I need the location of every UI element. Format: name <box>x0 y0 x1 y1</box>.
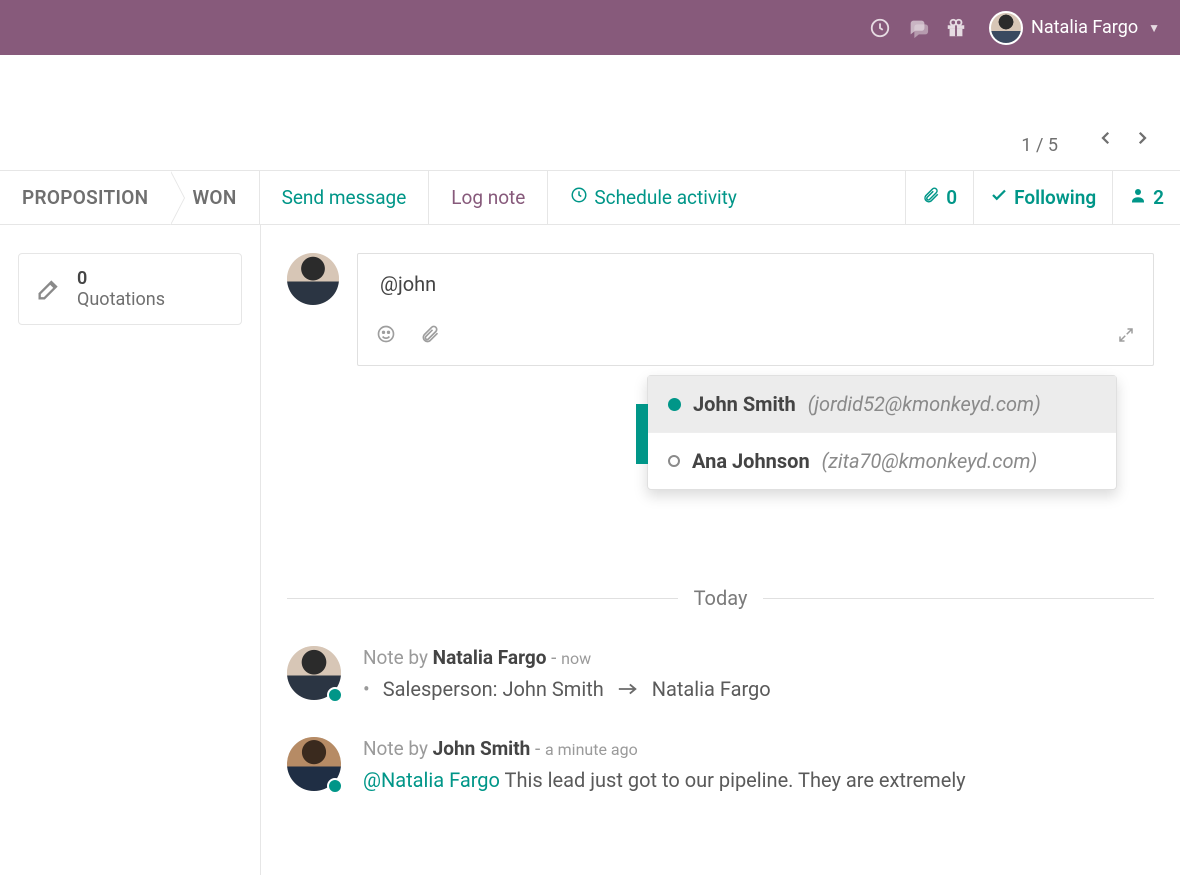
chevron-down-icon: ▼ <box>1148 21 1160 35</box>
log-body: Note by Natalia Fargo - now • Salesperso… <box>363 646 1154 701</box>
presence-dot-offline <box>668 455 680 467</box>
user-icon <box>1129 186 1147 209</box>
chatter: @john <box>260 225 1180 875</box>
pager-prev[interactable] <box>1088 120 1124 156</box>
divider-label: Today <box>694 586 748 610</box>
quotations-text: 0 Quotations <box>77 268 165 310</box>
followers-button[interactable]: 2 <box>1112 171 1180 224</box>
log-body: Note by John Smith - a minute ago @Natal… <box>363 737 1154 792</box>
day-divider: Today <box>287 586 1154 610</box>
tab-label: Log note <box>451 186 525 209</box>
presence-dot-icon <box>327 778 343 794</box>
mention-option[interactable]: John Smith (jordid52@kmonkeyd.com) <box>648 376 1116 433</box>
quotations-label: Quotations <box>77 289 165 310</box>
attach-icon[interactable] <box>420 324 440 349</box>
content: 0 Quotations @john <box>0 225 1180 875</box>
log-time: now <box>561 649 591 668</box>
log-author: Natalia Fargo <box>433 646 547 669</box>
clock-icon <box>570 186 588 209</box>
stage-won[interactable]: WON <box>170 171 258 224</box>
following-label: Following <box>1014 186 1096 209</box>
gift-icon[interactable] <box>937 9 975 47</box>
sidebar: 0 Quotations <box>0 225 260 875</box>
mention-indicator-bar <box>636 404 648 464</box>
mention-dropdown: John Smith (jordid52@kmonkeyd.com) Ana J… <box>647 375 1117 490</box>
quotations-card[interactable]: 0 Quotations <box>18 253 242 325</box>
stage-label: WON <box>192 186 236 209</box>
activity-icon[interactable] <box>861 9 899 47</box>
tab-label: Schedule activity <box>594 186 737 209</box>
changed-from: John Smith <box>502 677 603 701</box>
discuss-icon[interactable] <box>899 9 937 47</box>
log-header: Note by Natalia Fargo - now <box>363 646 1154 669</box>
log-header: Note by John Smith - a minute ago <box>363 737 1154 760</box>
field-label: Salesperson: <box>383 677 498 701</box>
followers-count: 2 <box>1153 186 1164 209</box>
pager: 1 / 5 <box>0 55 1180 170</box>
mention-option[interactable]: Ana Johnson (zita70@kmonkeyd.com) <box>648 433 1116 489</box>
mention-email: (jordid52@kmonkeyd.com) <box>808 392 1041 416</box>
tabs-row: PROPOSITION WON Send message Log note Sc… <box>0 170 1180 225</box>
emoji-icon[interactable] <box>376 324 396 349</box>
follow-toggle[interactable]: Following <box>973 171 1112 224</box>
composer-toolbar <box>358 324 1153 365</box>
mention-name: Ana Johnson <box>692 449 810 473</box>
log-entry: Note by John Smith - a minute ago @Natal… <box>287 737 1154 792</box>
edit-icon <box>35 275 63 303</box>
composer-avatar <box>287 253 339 305</box>
tab-log-note[interactable]: Log note <box>428 171 547 224</box>
composer: @john <box>357 253 1154 366</box>
log-entry: Note by Natalia Fargo - now • Salesperso… <box>287 646 1154 701</box>
user-menu[interactable]: Natalia Fargo ▼ <box>989 11 1160 45</box>
attachments-count: 0 <box>946 186 957 209</box>
log-avatar-wrap <box>287 737 341 792</box>
message-input[interactable]: @john <box>358 254 1153 324</box>
paperclip-icon <box>922 186 940 209</box>
arrow-right-icon <box>617 677 639 701</box>
mention-link[interactable]: @Natalia Fargo <box>363 768 500 792</box>
presence-dot-icon <box>327 687 343 703</box>
quotations-count: 0 <box>77 268 165 289</box>
tab-label: Send message <box>282 186 407 209</box>
mention-email: (zita70@kmonkeyd.com) <box>822 449 1038 473</box>
stage-label: PROPOSITION <box>22 186 148 209</box>
tab-schedule-activity[interactable]: Schedule activity <box>547 171 759 224</box>
log-time: a minute ago <box>545 740 638 759</box>
pager-count: 1 / 5 <box>1021 135 1058 156</box>
top-bar: Natalia Fargo ▼ <box>0 0 1180 55</box>
log-author: John Smith <box>433 737 531 760</box>
user-avatar <box>989 11 1023 45</box>
composer-row: @john <box>287 253 1154 366</box>
log-change-line: • Salesperson: John Smith Natalia Fargo <box>363 677 1154 701</box>
attachments-indicator[interactable]: 0 <box>905 171 973 224</box>
check-icon <box>990 186 1008 209</box>
tab-send-message[interactable]: Send message <box>259 171 429 224</box>
changed-to: Natalia Fargo <box>652 677 771 701</box>
user-name: Natalia Fargo <box>1031 17 1138 38</box>
mention-name: John Smith <box>693 392 796 416</box>
presence-dot-online <box>668 398 681 411</box>
log-prefix: Note by <box>363 646 433 669</box>
expand-icon[interactable] <box>1117 325 1135 349</box>
log-message: @Natalia Fargo This lead just got to our… <box>363 768 1154 792</box>
log-text: This lead just got to our pipeline. They… <box>505 768 966 792</box>
log-prefix: Note by <box>363 737 433 760</box>
log-avatar-wrap <box>287 646 341 701</box>
stage-proposition[interactable]: PROPOSITION <box>0 171 170 224</box>
pager-next[interactable] <box>1124 120 1160 156</box>
